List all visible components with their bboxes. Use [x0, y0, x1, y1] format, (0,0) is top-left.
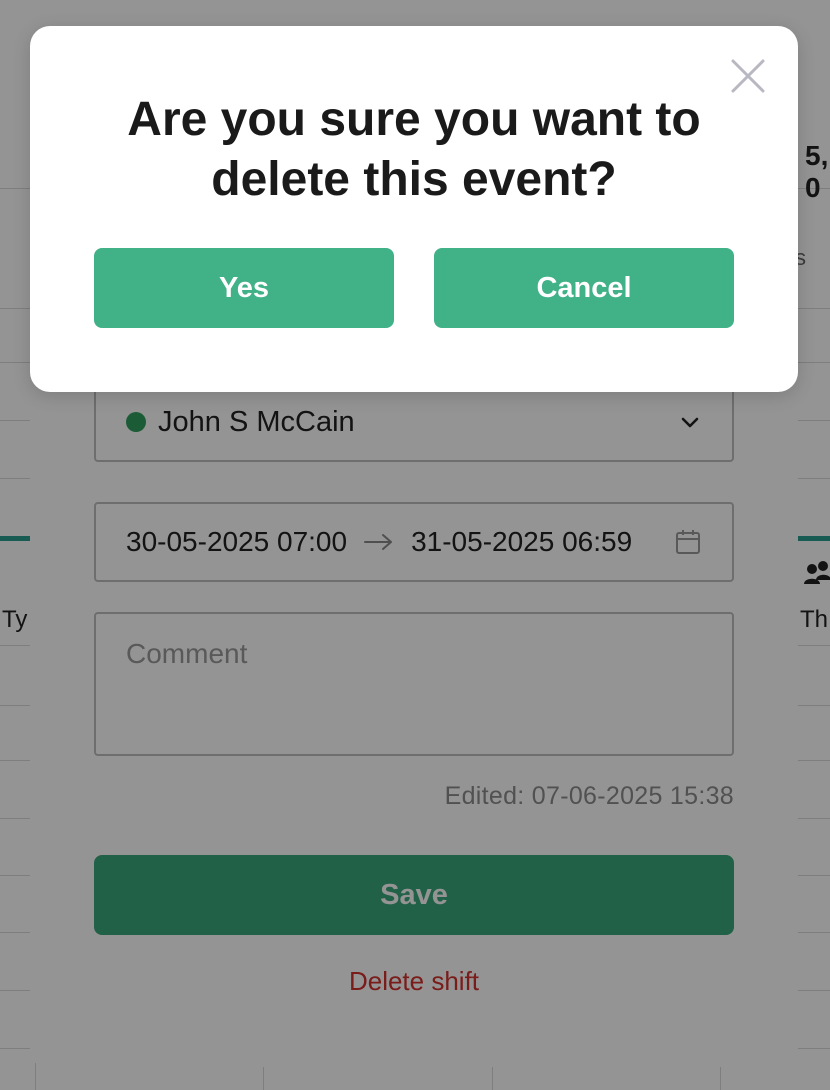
dialog-title: Are you sure you want to delete this eve… [127, 93, 701, 206]
dialog-actions: Yes Cancel [94, 248, 734, 328]
yes-button[interactable]: Yes [94, 248, 394, 328]
confirm-delete-dialog: Are you sure you want to delete this eve… [30, 26, 798, 392]
cancel-button[interactable]: Cancel [434, 248, 734, 328]
